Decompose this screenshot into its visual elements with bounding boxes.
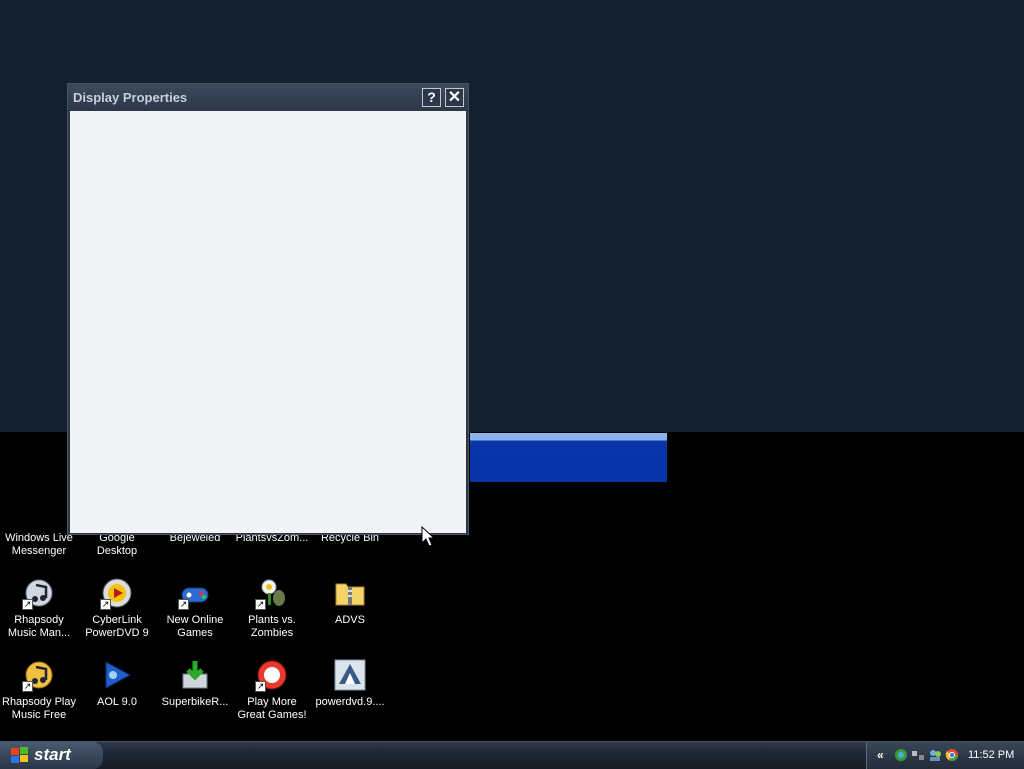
desktop-icon-aol[interactable]: AOL 9.0	[78, 658, 156, 709]
users-icon[interactable]	[928, 748, 942, 762]
desktop-icon-label: CyberLink PowerDVD 9	[85, 614, 149, 639]
aol-icon	[100, 658, 134, 692]
desktop-icon-label: SuperbikeR...	[161, 696, 229, 708]
start-button[interactable]: start	[0, 742, 103, 769]
blue-graphic-strip	[470, 433, 667, 482]
desktop-icon-powerdvd[interactable]: ↗ CyberLink PowerDVD 9	[78, 576, 156, 640]
desktop-icon-rhapsody-manager[interactable]: ↗ Rhapsody Music Man...	[0, 576, 78, 640]
taskbar: start « 11:52 PM	[0, 741, 1024, 769]
window-title: Display Properties	[73, 90, 188, 105]
desktop-icon-label[interactable]: Google Desktop	[78, 532, 156, 558]
close-button[interactable]: ✕	[445, 88, 464, 107]
desktop-icon-powerdvd-image[interactable]: powerdvd.9....	[311, 658, 389, 709]
tray-expand-button[interactable]: «	[877, 748, 884, 762]
shortcut-arrow-icon: ↗	[22, 599, 33, 610]
desktop-icon-new-online-games[interactable]: ↗ New Online Games	[156, 576, 234, 640]
zip-folder-icon	[333, 576, 367, 610]
desktop-icon-label: ADVS	[335, 614, 365, 626]
desktop-icon-label: Plants vs. Zombies	[248, 614, 296, 639]
gamepad-icon: ↗	[178, 576, 212, 610]
mouse-cursor-icon	[421, 526, 435, 547]
clock[interactable]: 11:52 PM	[968, 749, 1014, 761]
desktop-icon-label[interactable]: Windows Live Messenger	[0, 532, 78, 558]
rhapsody-icon: ↗	[22, 658, 56, 692]
desktop-icon-label: Rhapsody Play Music Free	[2, 696, 76, 721]
network-globe-icon[interactable]	[894, 748, 908, 762]
window-client-area	[70, 111, 466, 547]
shortcut-arrow-icon: ↗	[100, 599, 111, 610]
powerdvd-icon: ↗	[100, 576, 134, 610]
desktop-icon-label: Play More Great Games!	[237, 696, 307, 721]
help-button[interactable]: ?	[422, 88, 441, 107]
desktop-icon-rhapsody-play[interactable]: ↗ Rhapsody Play Music Free	[0, 658, 78, 722]
plant-icon: ↗	[255, 576, 289, 610]
windows-flag-icon	[11, 747, 28, 763]
desktop-icon-play-more-games[interactable]: ↗ Play More Great Games!	[233, 658, 311, 722]
installer-icon	[178, 658, 212, 692]
shortcut-arrow-icon: ↗	[22, 681, 33, 692]
display-properties-window[interactable]: Display Properties ? ✕	[67, 83, 469, 547]
network-status-icon[interactable]	[911, 748, 925, 762]
desktop-icon-label: Rhapsody Music Man...	[7, 614, 71, 639]
desktop-icon-plants-vs-zombies[interactable]: ↗ Plants vs. Zombies	[233, 576, 311, 640]
popcap-icon: ↗	[255, 658, 289, 692]
start-label: start	[34, 745, 71, 764]
desktop-icon-label: powerdvd.9....	[315, 696, 385, 708]
window-titlebar[interactable]: Display Properties ? ✕	[68, 84, 468, 110]
rhapsody-icon: ↗	[22, 576, 56, 610]
desktop-icon-superbike[interactable]: SuperbikeR...	[156, 658, 234, 709]
shortcut-arrow-icon: ↗	[255, 599, 266, 610]
shortcut-arrow-icon: ↗	[178, 599, 189, 610]
shortcut-arrow-icon: ↗	[255, 681, 266, 692]
system-tray: « 11:52 PM	[866, 742, 1024, 769]
chrome-icon[interactable]	[945, 748, 959, 762]
desktop-icon-label: AOL 9.0	[97, 696, 137, 708]
disc-image-icon	[333, 658, 367, 692]
desktop-icon-advs[interactable]: ADVS	[311, 576, 389, 627]
desktop-icon-label: New Online Games	[166, 614, 224, 639]
